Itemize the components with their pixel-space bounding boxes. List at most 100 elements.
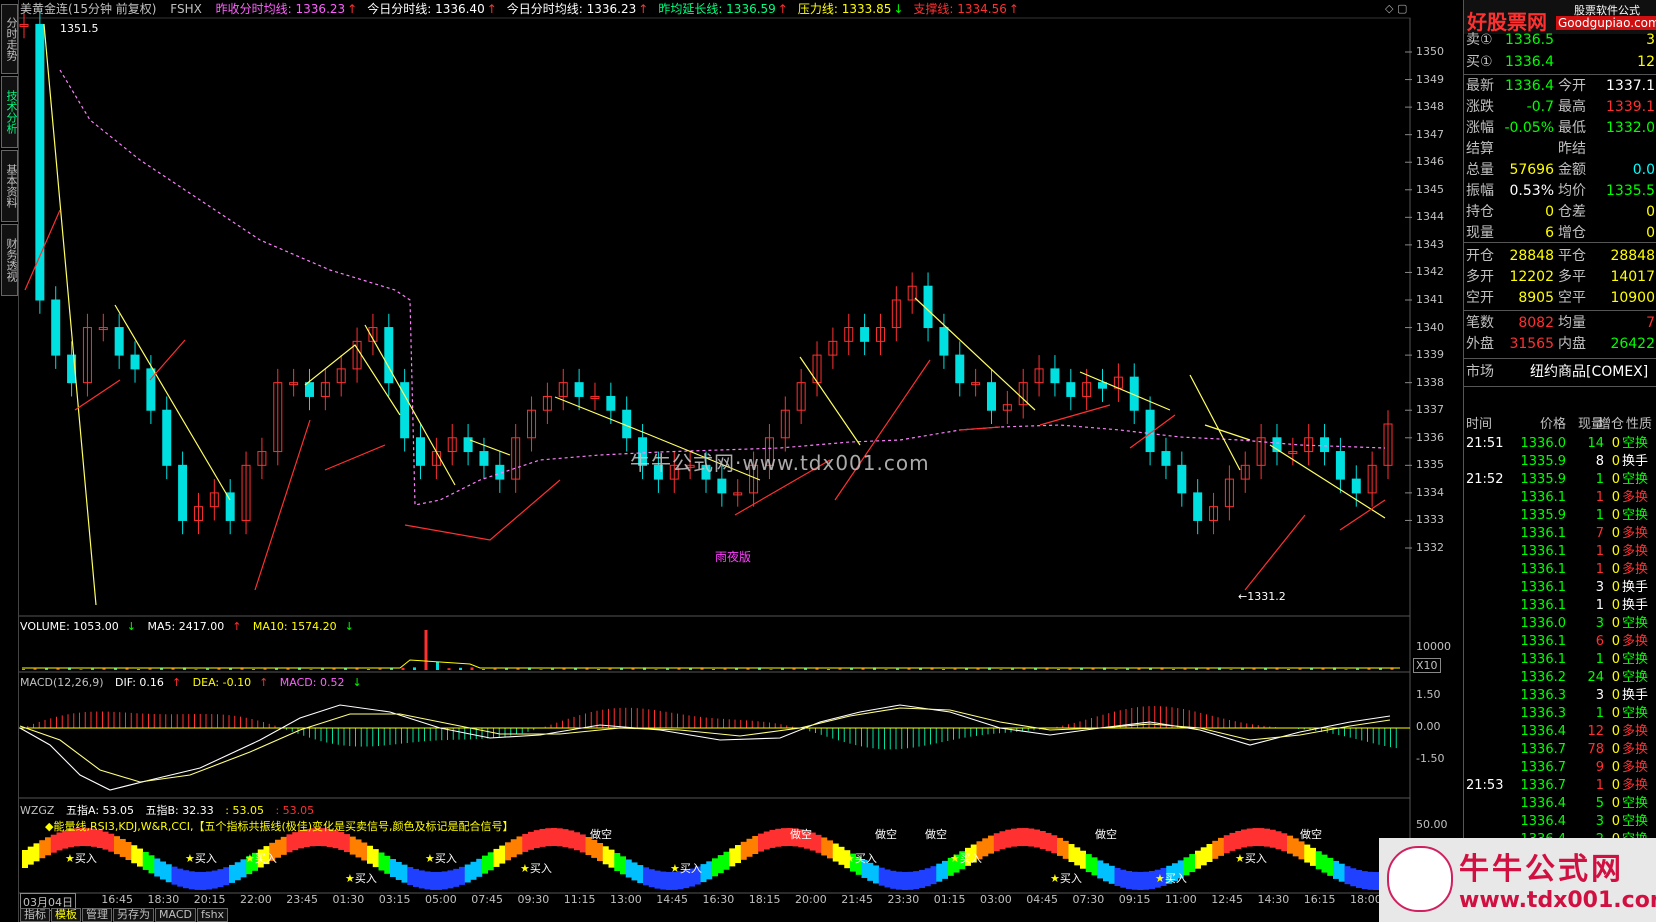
quote-key-1: 总量: [1466, 162, 1494, 178]
x-axis-label: 21:45: [841, 893, 873, 906]
wzgz-legend: WZGZ 五指A: 53.05 五指B: 32.33 : 53.05 : 53.…: [20, 802, 322, 818]
volume-bar: [827, 669, 830, 670]
wzgz-ribbon-segment: [884, 869, 891, 888]
tab-technical[interactable]: 技术分析: [1, 76, 18, 148]
volume-y-tick: 10000: [1416, 640, 1451, 653]
tab-fundamentals[interactable]: 基本资料: [1, 150, 18, 222]
wzgz-ribbon-segment: [1287, 835, 1293, 854]
wzgz-ribbon-segment: [430, 871, 437, 890]
tick-row: 1336.4 12 0 多换: [1464, 723, 1656, 741]
bottom-tab[interactable]: 另存为: [113, 908, 154, 922]
volume-bar: [1298, 668, 1302, 670]
quote-value-2: 1332.0: [1606, 120, 1655, 136]
x-axis-label: 20:15: [193, 893, 226, 906]
restore-icon[interactable]: ▢: [1397, 2, 1407, 15]
macd-dea-line: [19, 707, 1391, 783]
tick-price: 1336.1: [1520, 490, 1567, 505]
wzgz-ribbon-segment: [1120, 869, 1127, 888]
wzgz-ribbon-segment: [114, 836, 120, 855]
wzgz-ribbon-segment: [1246, 828, 1253, 847]
wzgz-ribbon-segment: [154, 858, 161, 877]
buy-marker: ★买入: [950, 850, 982, 866]
candle-body: [384, 327, 394, 384]
tick-oi: 0: [1611, 544, 1620, 559]
star-icon: ★: [950, 852, 960, 865]
diamond-icon[interactable]: ◇: [1385, 2, 1393, 15]
macd-value: MACD: 0.52: [279, 676, 345, 689]
market-value: 纽约商品[COMEX]: [1530, 364, 1649, 380]
tick-price: 1336.1: [1520, 544, 1567, 559]
tick-row: 1335.9 8 0 换手: [1464, 453, 1656, 471]
tick-time: 21:53: [1466, 778, 1504, 793]
quote-value-1: 57696: [1509, 162, 1554, 178]
volume-bar: [1126, 668, 1129, 670]
quote-value-2: 0: [1646, 225, 1655, 241]
resistance-line-8: [914, 297, 1036, 411]
wzgz-ribbon-segment: [194, 871, 201, 890]
quote-key-2: 昨结: [1558, 141, 1586, 157]
volume-bar: [1287, 669, 1290, 670]
price-y-tick: 1349: [1416, 72, 1444, 86]
bottom-tab[interactable]: fshx: [196, 908, 229, 922]
volume-bar: [447, 668, 451, 670]
volume-bar: [551, 668, 554, 670]
wzgz-ribbon-segment: [608, 849, 615, 868]
tick-row: 21:52 1335.9 1 0 空换: [1464, 471, 1656, 489]
bottom-tab[interactable]: 指标: [20, 908, 50, 922]
bottom-logo-brand: 牛牛公式网: [1459, 852, 1624, 887]
tick-oi: 0: [1611, 796, 1620, 811]
sell1-label: 卖①: [1466, 32, 1493, 48]
volume-bar: [493, 668, 497, 670]
wzgz-ribbon-segment: [769, 829, 776, 848]
wzgz-ribbon-segment: [591, 839, 598, 858]
ma5-value: MA5: 2417.00: [147, 620, 225, 633]
volume-bar: [137, 669, 140, 670]
wzgz-ribbon-segment: [401, 864, 408, 883]
sell1-row: 卖① 1336.5 3: [1464, 30, 1656, 50]
wzgz-ribbon-segment: [142, 851, 149, 870]
col-nature: 性质: [1626, 417, 1653, 432]
tick-nature: 空换: [1622, 670, 1649, 685]
wzgz-ribbon-segment: [1200, 847, 1207, 866]
ma10-value: MA10: 1574.20: [252, 620, 337, 633]
tick-nature: 空换: [1622, 508, 1649, 523]
wzgz-ribbon-segment: [1091, 857, 1098, 876]
separator: [1464, 386, 1656, 387]
wzgz-ribbon-segment: [1275, 831, 1282, 850]
bottom-tab[interactable]: 模板: [51, 908, 81, 922]
up-arrow-icon: ↑: [638, 2, 649, 16]
tab-financials[interactable]: 财务透视: [1, 224, 18, 296]
tick-oi: 0: [1611, 742, 1620, 757]
quote-row: 持仓 0 仓差 0: [1464, 202, 1656, 222]
wzgz-ribbon-segment: [999, 831, 1006, 850]
separator: [1464, 242, 1656, 243]
quote-value-1: 0: [1545, 204, 1554, 220]
tab-intraday[interactable]: 分时走势: [1, 4, 18, 74]
wzgz-ribbon-segment: [878, 867, 885, 886]
tick-oi: 0: [1611, 724, 1620, 739]
bottom-tab[interactable]: MACD: [155, 908, 196, 922]
x-axis-label: 16:45: [101, 893, 133, 906]
wzgz-ribbon-segment: [1051, 835, 1058, 854]
tick-volume: 8: [1595, 454, 1604, 469]
wzgz-ribbon-segment: [890, 870, 897, 889]
macd-legend: MACD(12,26,9) DIF: 0.16 ↑ DEA: -0.10 ↑ MAC…: [20, 676, 370, 689]
quote-row: 涨幅 -0.05% 最低 1332.0: [1464, 118, 1656, 138]
quote-key-2: 最高: [1558, 99, 1586, 115]
wzgz-ribbon-segment: [873, 865, 879, 884]
price-y-tick: 1334: [1416, 485, 1444, 499]
wzgz-ribbon-segment: [522, 833, 529, 852]
quote-row: 总量 57696 金额 0.0: [1464, 160, 1656, 180]
tick-price: 1336.7: [1520, 742, 1567, 757]
tick-oi: 0: [1611, 508, 1620, 523]
top-logo: 好股票网 Goodgupiao.com 股票软件公式: [1464, 0, 1656, 34]
tick-oi: 0: [1611, 634, 1620, 649]
wzgz-ribbon-segment: [1080, 850, 1086, 869]
wzgz-ribbon-segment: [1321, 854, 1328, 873]
macd-y-tick-high: 1.50: [1416, 688, 1441, 701]
bottom-tab[interactable]: 管理: [82, 908, 112, 922]
tick-oi: 0: [1611, 688, 1620, 703]
quote-row: 振幅 0.53% 均价 1335.5: [1464, 181, 1656, 201]
wzgz-ribbon-segment: [516, 836, 523, 855]
top-logo-url: Goodgupiao.com: [1556, 16, 1656, 30]
